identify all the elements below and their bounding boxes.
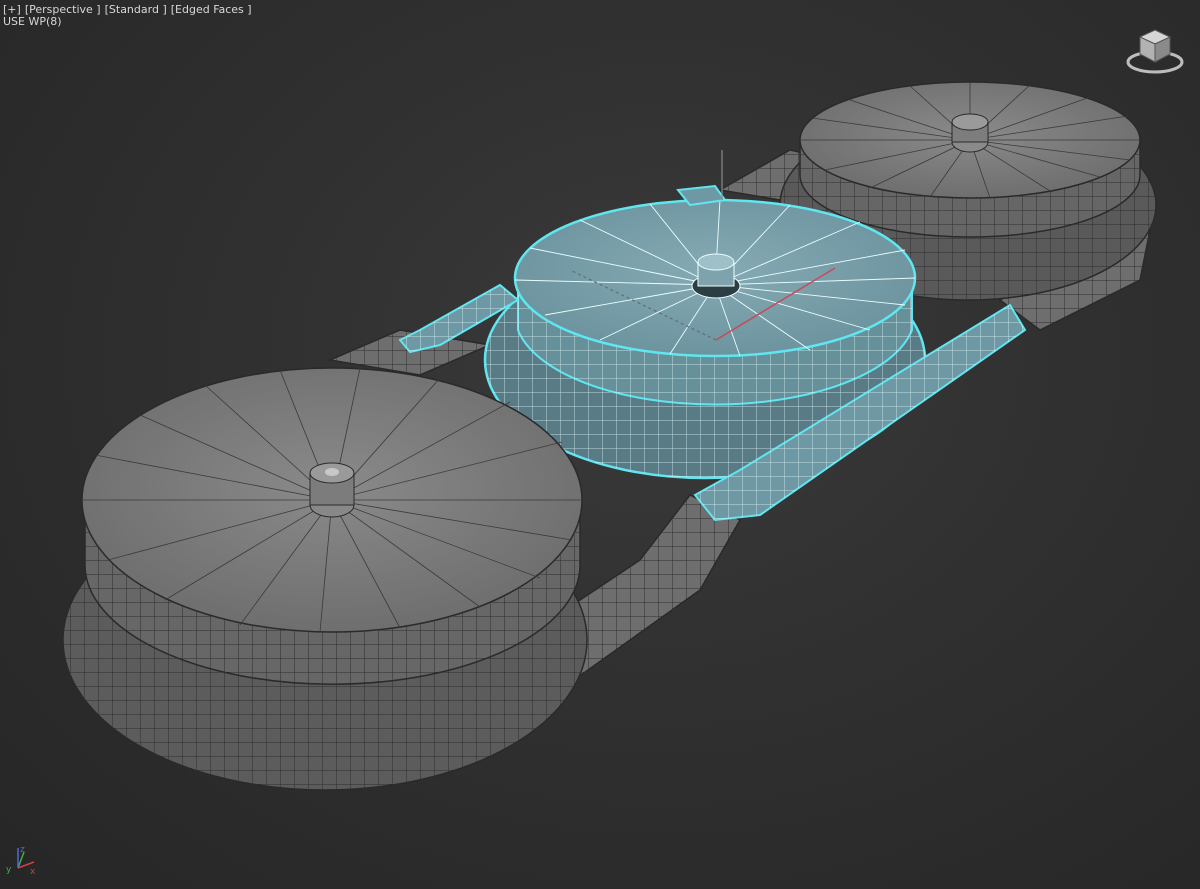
viewport-shading-menu[interactable]: [Standard ] (105, 4, 167, 16)
axis-x-label: x (30, 867, 36, 877)
axis-tripod-icon: x y z (6, 845, 36, 877)
workplane-label: USE WP(8) (3, 15, 62, 28)
perspective-viewport[interactable]: [+] [Perspective ] [Standard ] [Edged Fa… (0, 0, 1200, 889)
axis-z-label: z (20, 845, 25, 855)
viewport-labels: [+] [Perspective ] [Standard ] [Edged Fa… (3, 4, 252, 28)
viewport-edges-menu[interactable]: [Edged Faces ] (171, 4, 252, 16)
viewcube-icon[interactable] (1124, 22, 1186, 78)
left-disc-assembly[interactable] (62, 367, 588, 791)
axis-y-label: y (6, 865, 12, 875)
scene-canvas[interactable] (0, 0, 1200, 889)
